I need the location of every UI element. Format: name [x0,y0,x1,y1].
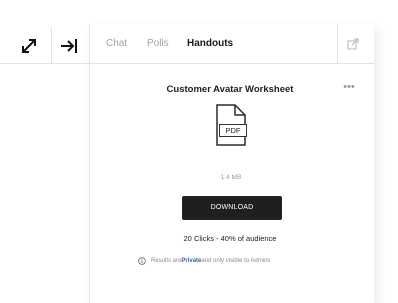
pdf-file-icon[interactable]: PDF [213,104,249,146]
popout-icon [347,38,359,50]
privacy-note: Results are Private and only visible to … [138,257,338,265]
handout-title: Customer Avatar Worksheet [166,84,294,95]
click-stats: 20 Clicks - 40% of audience [183,234,277,243]
header-divider [337,24,338,64]
privacy-suffix: and only visible to Admins [201,258,271,264]
info-icon [138,257,146,265]
left-toolbar [0,0,89,64]
download-button[interactable]: DOWNLOAD [182,196,282,220]
expand-arrows-icon [22,39,36,53]
panel-header: Chat Polls Handouts [90,24,374,64]
tab-chat[interactable]: Chat [106,38,127,50]
file-type-label: PDF [219,124,247,137]
privacy-prefix: Results are [151,258,182,264]
left-body [0,64,89,303]
side-panel: Chat Polls Handouts Customer Avatar Work… [89,24,374,303]
collapse-panel-button[interactable] [55,32,83,60]
app-root: Chat Polls Handouts Customer Avatar Work… [0,0,398,303]
toolbar-divider [51,27,52,63]
privacy-private: Private [181,258,202,264]
popout-button[interactable] [347,37,361,51]
more-options-button[interactable]: ••• [339,81,359,93]
tab-handouts[interactable]: Handouts [187,38,233,50]
collapse-to-right-icon [61,39,77,53]
tab-polls[interactable]: Polls [147,38,169,50]
expand-button[interactable] [15,32,43,60]
file-size: 1.4 MB [220,174,242,181]
